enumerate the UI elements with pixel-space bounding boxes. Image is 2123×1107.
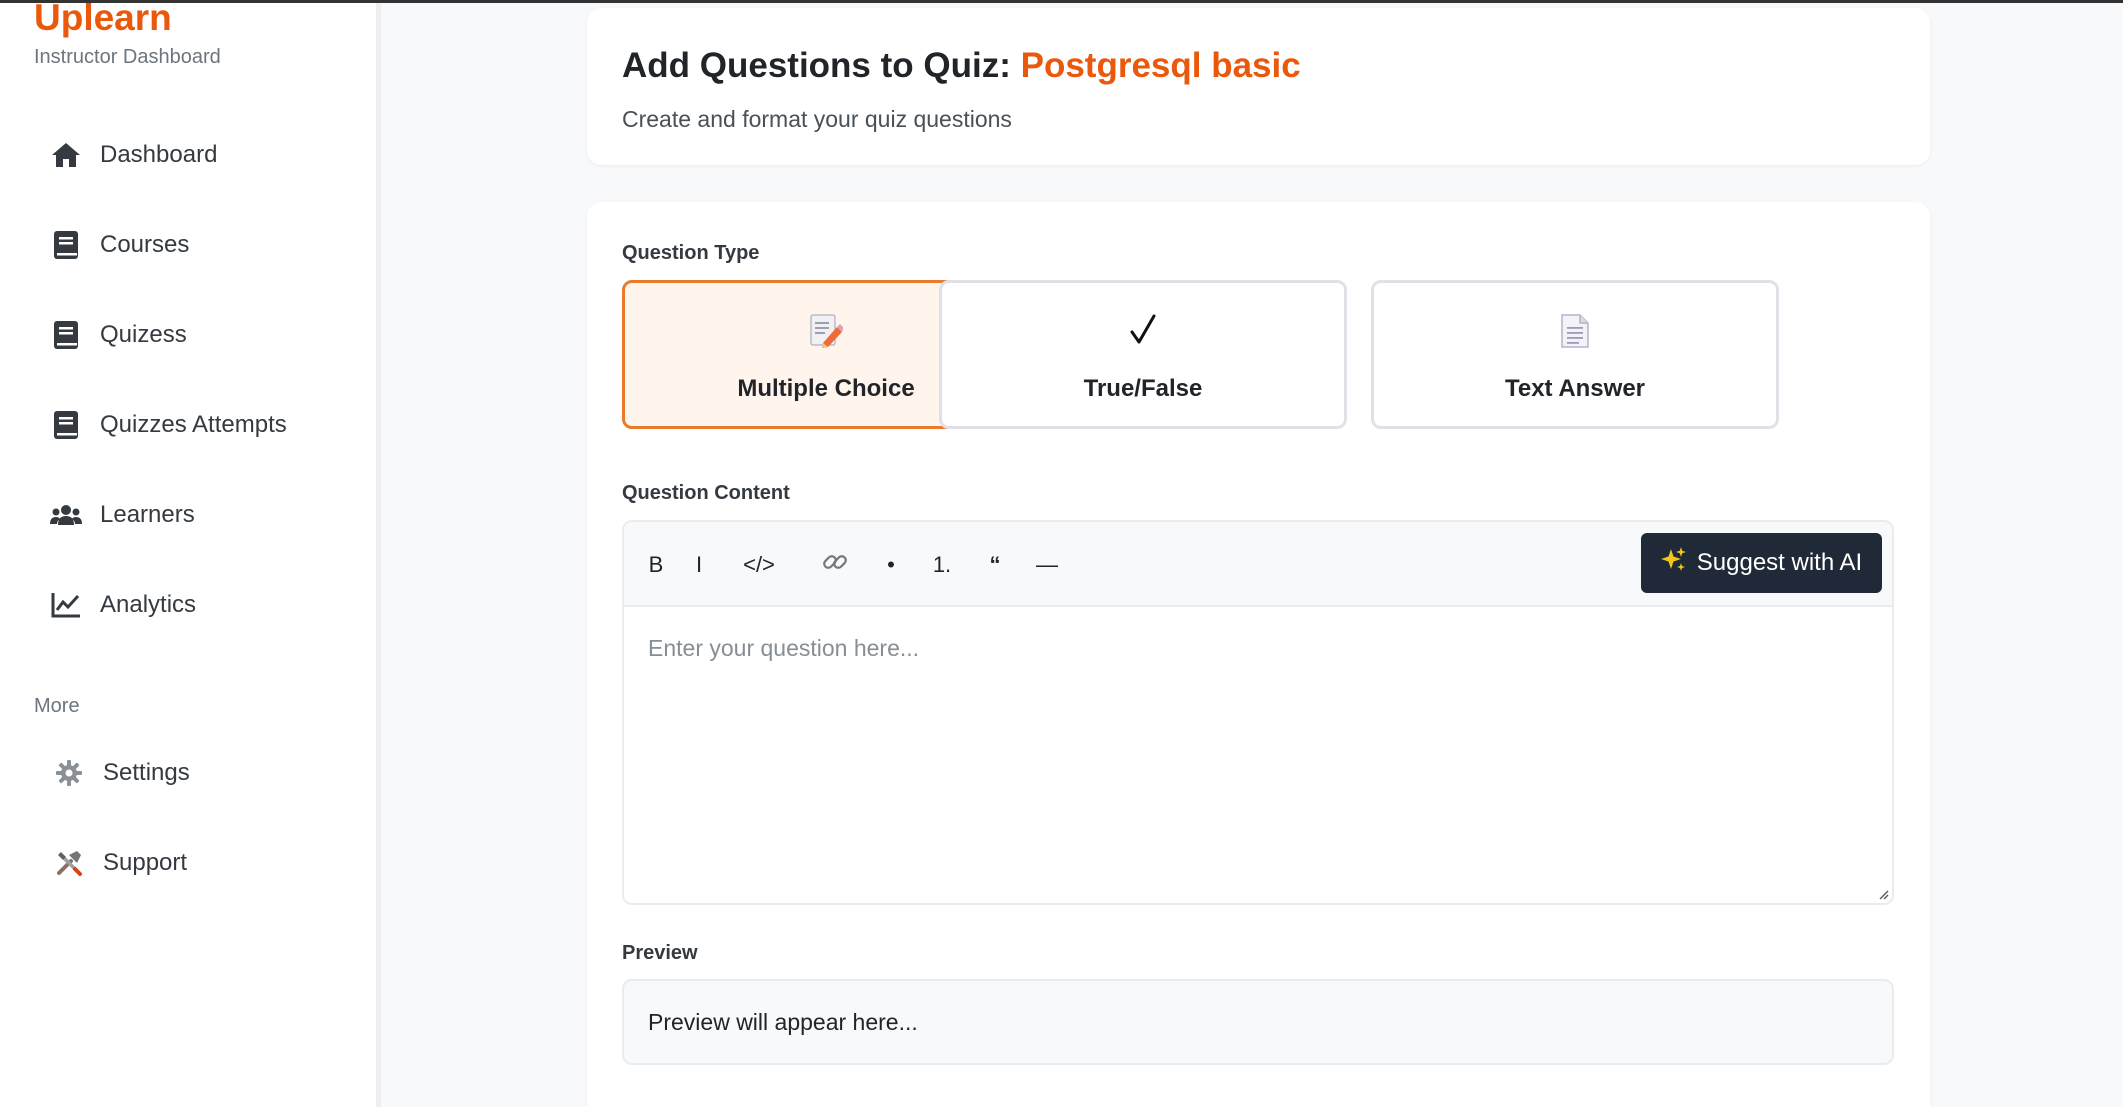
book-icon <box>50 319 82 351</box>
page-title-prefix: Add Questions to Quiz: <box>622 46 1021 85</box>
suggest-with-ai-label: Suggest with AI <box>1696 549 1863 576</box>
quote-button[interactable]: “ <box>986 548 1004 582</box>
sidebar: Uplearn Instructor Dashboard Dashboard C… <box>0 0 381 1107</box>
book-icon <box>50 409 82 441</box>
sidebar-item-courses[interactable]: Courses <box>50 220 350 270</box>
question-type-text-answer[interactable]: Text Answer <box>1371 280 1779 429</box>
code-button[interactable]: </> <box>738 548 780 582</box>
sparkles-icon <box>1660 546 1687 580</box>
sidebar-item-label: Quizzes Attempts <box>100 411 287 438</box>
question-type-label: Question Type <box>622 242 760 264</box>
document-icon <box>1374 313 1776 353</box>
sidebar-item-settings[interactable]: Settings <box>50 748 350 798</box>
brand-subtitle: Instructor Dashboard <box>34 46 221 68</box>
question-type-true-false[interactable]: True/False <box>939 280 1347 429</box>
brand-logo[interactable]: Uplearn <box>34 0 172 36</box>
preview-label: Preview <box>622 942 698 964</box>
preview-text: Preview will appear here... <box>648 1009 918 1035</box>
divider-button[interactable]: — <box>1032 548 1062 582</box>
sidebar-item-label: Support <box>103 849 188 876</box>
home-icon <box>50 139 82 171</box>
suggest-with-ai-button[interactable]: Suggest with AI <box>1641 533 1882 593</box>
bold-button[interactable]: B <box>644 548 668 582</box>
users-icon <box>50 499 82 531</box>
sidebar-item-support[interactable]: Support <box>50 838 350 888</box>
resize-handle[interactable] <box>1877 888 1889 900</box>
link-icon <box>822 549 848 581</box>
page-title: Add Questions to Quiz: Postgresql basic <box>622 46 1301 86</box>
preview-box: Preview will appear here... <box>622 979 1894 1065</box>
quiz-name: Postgresql basic <box>1020 46 1301 85</box>
sidebar-item-analytics[interactable]: Analytics <box>50 580 350 630</box>
sidebar-item-dashboard[interactable]: Dashboard <box>50 130 350 180</box>
question-form-card: Question Type Multiple Choice True/False… <box>587 202 1930 1107</box>
sidebar-section-more: More <box>34 695 80 717</box>
bullet-list-button[interactable]: • <box>882 548 900 582</box>
sidebar-item-label: Learners <box>100 501 195 528</box>
question-type-label-text: Text Answer <box>1504 375 1646 402</box>
question-editor: B I </> • 1. “ — Suggest with AI <box>622 520 1894 905</box>
italic-button[interactable]: I <box>690 548 708 582</box>
question-input[interactable] <box>624 607 1892 903</box>
page-header-card: Add Questions to Quiz: Postgresql basic … <box>587 8 1930 165</box>
tools-icon <box>53 847 85 879</box>
checkmark-icon <box>942 313 1344 353</box>
gear-icon <box>53 757 85 789</box>
sidebar-item-label: Quizess <box>100 321 187 348</box>
sidebar-item-learners[interactable]: Learners <box>50 490 350 540</box>
numbered-list-button[interactable]: 1. <box>930 548 954 582</box>
question-type-label-text: True/False <box>1083 375 1203 402</box>
sidebar-item-label: Dashboard <box>100 141 218 168</box>
sidebar-item-quizzes-attempts[interactable]: Quizzes Attempts <box>50 400 350 450</box>
link-button[interactable] <box>820 548 850 582</box>
page-subtitle: Create and format your quiz questions <box>622 106 1012 132</box>
book-icon <box>50 229 82 261</box>
sidebar-item-label: Courses <box>100 231 190 258</box>
sidebar-item-label: Analytics <box>100 591 197 618</box>
question-content-label: Question Content <box>622 482 790 504</box>
sidebar-item-label: Settings <box>103 759 190 786</box>
chart-line-icon <box>50 589 82 621</box>
editor-toolbar: B I </> • 1. “ — Suggest with AI <box>624 522 1892 607</box>
sidebar-item-quizess[interactable]: Quizess <box>50 310 350 360</box>
